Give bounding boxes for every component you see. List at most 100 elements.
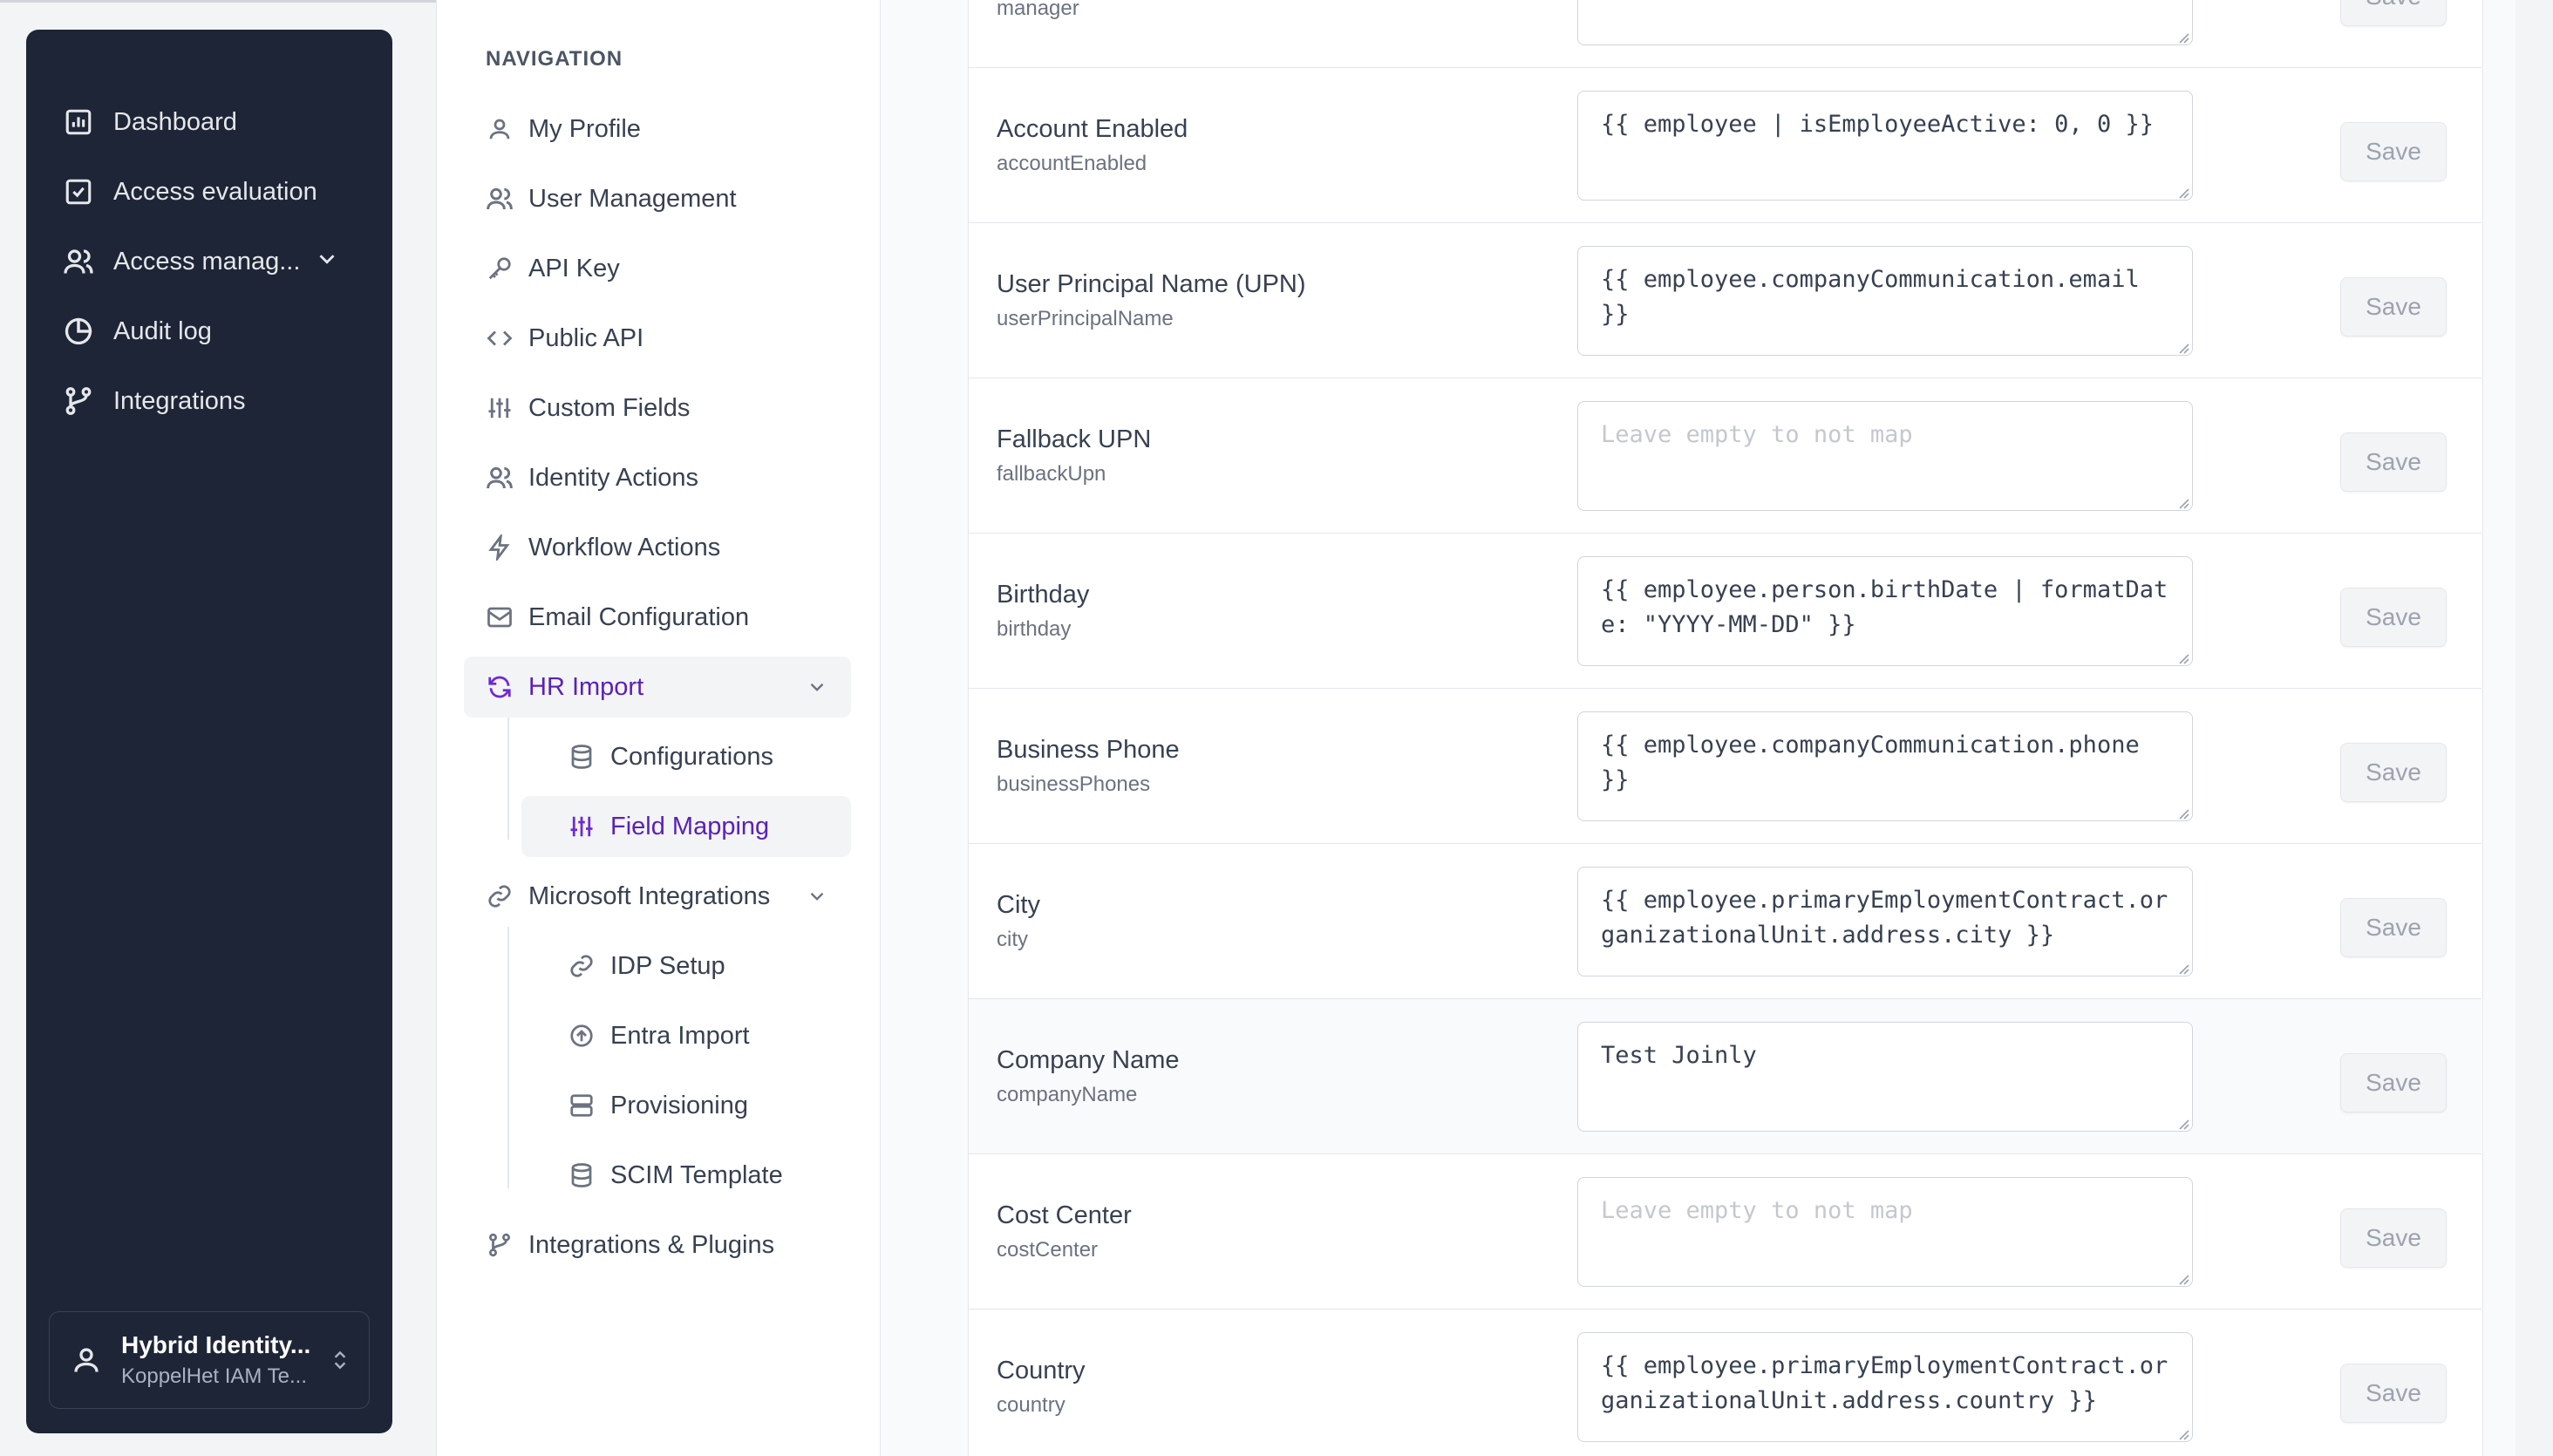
sidebar-item-audit-log[interactable]: Audit log <box>61 307 375 356</box>
sub-item-label: Configurations <box>610 742 773 771</box>
bar-chart-icon <box>61 105 96 139</box>
resize-grip-icon[interactable] <box>2175 1116 2189 1134</box>
table-row: Company Name companyName Test Joinly Sav… <box>969 999 2482 1154</box>
sliders-icon <box>567 812 596 841</box>
field-key: businessPhones <box>997 772 1151 796</box>
mapping-input[interactable] <box>1577 0 2193 45</box>
resize-grip-icon[interactable] <box>2175 495 2189 514</box>
table-row: User Principal Name (UPN) userPrincipalN… <box>969 223 2482 378</box>
nav-item-label: Custom Fields <box>528 393 691 422</box>
nav-item-api-key[interactable]: API Key <box>464 238 851 299</box>
sidebar-item-access-management[interactable]: Access manag... <box>61 237 375 286</box>
nav-item-public-api[interactable]: Public API <box>464 308 851 369</box>
resize-grip-icon[interactable] <box>2175 340 2189 358</box>
field-label: User Principal Name (UPN) <box>997 270 1306 298</box>
sub-item-entra-import[interactable]: Entra Import <box>521 1005 851 1066</box>
mapping-input[interactable]: {{ employee | isEmployeeActive: 0, 0 }} <box>1577 91 2193 201</box>
save-button[interactable]: Save <box>2340 1364 2447 1423</box>
nav-item-identity-actions[interactable]: Identity Actions <box>464 447 851 508</box>
mapping-input[interactable]: {{ employee.primaryEmploymentContract.or… <box>1577 867 2193 976</box>
sidebar-item-access-evaluation[interactable]: Access evaluation <box>61 167 375 216</box>
mapping-input[interactable]: {{ employee.person.birthDate | formatDat… <box>1577 556 2193 666</box>
tenant-switcher[interactable]: Hybrid Identity... KoppelHet IAM Te... <box>49 1311 370 1409</box>
nav-item-microsoft-integrations[interactable]: Microsoft Integrations <box>464 866 851 927</box>
git-branch-icon <box>485 1230 514 1260</box>
nav-item-integrations-plugins[interactable]: Integrations & Plugins <box>464 1214 851 1276</box>
sub-item-label: Entra Import <box>610 1021 750 1050</box>
resize-grip-icon[interactable] <box>2175 1271 2189 1289</box>
save-button[interactable]: Save <box>2340 432 2447 492</box>
nav-item-user-management[interactable]: User Management <box>464 168 851 229</box>
resize-grip-icon[interactable] <box>2175 30 2189 48</box>
nav-item-hr-import[interactable]: HR Import <box>464 657 851 718</box>
window-right-margin <box>2516 0 2553 1456</box>
mapping-input[interactable]: Test Joinly <box>1577 1022 2193 1132</box>
table-row: Account Enabled accountEnabled {{ employ… <box>969 68 2482 223</box>
resize-grip-icon[interactable] <box>2175 185 2189 203</box>
field-key: costCenter <box>997 1238 1099 1262</box>
nav-item-custom-fields[interactable]: Custom Fields <box>464 378 851 439</box>
git-branch-icon <box>61 384 96 418</box>
app-sidebar: Dashboard Access evaluation Access manag… <box>26 30 392 1433</box>
nav-item-workflow-actions[interactable]: Workflow Actions <box>464 517 851 578</box>
sidebar-item-label: Access manag... <box>113 247 301 276</box>
sub-item-idp-setup[interactable]: IDP Setup <box>521 936 851 997</box>
table-row: Cost Center costCenter Save <box>969 1154 2482 1310</box>
field-label: Birthday <box>997 581 1090 609</box>
sub-item-label: Field Mapping <box>610 812 770 840</box>
mapping-input[interactable] <box>1577 401 2193 511</box>
sub-item-field-mapping[interactable]: Field Mapping <box>521 796 851 857</box>
nav-item-label: User Management <box>528 184 737 213</box>
sidebar-item-dashboard[interactable]: Dashboard <box>61 98 375 146</box>
mapping-input[interactable]: {{ employee.companyCommunication.phone }… <box>1577 711 2193 821</box>
resize-grip-icon[interactable] <box>2175 1426 2189 1445</box>
mail-icon <box>485 602 514 632</box>
field-label: Business Phone <box>997 736 1180 764</box>
resize-grip-icon[interactable] <box>2175 961 2189 979</box>
resize-grip-icon[interactable] <box>2175 806 2189 824</box>
field-key: city <box>997 928 1028 951</box>
main-content: manager Save Account Enabled accountEnab… <box>881 0 2516 1456</box>
table-row: Country country {{ employee.primaryEmplo… <box>969 1310 2482 1456</box>
tenant-org: KoppelHet IAM Te... <box>121 1364 307 1388</box>
nav-item-my-profile[interactable]: My Profile <box>464 99 851 160</box>
nav-item-label: Microsoft Integrations <box>528 881 771 910</box>
save-button[interactable]: Save <box>2340 898 2447 957</box>
nav-item-label: My Profile <box>528 114 641 143</box>
sub-item-scim-template[interactable]: SCIM Template <box>521 1145 851 1206</box>
field-mapping-table: manager Save Account Enabled accountEnab… <box>968 0 2483 1456</box>
sidebar-item-integrations[interactable]: Integrations <box>61 377 375 425</box>
sub-item-label: SCIM Template <box>610 1160 783 1189</box>
check-square-icon <box>61 174 96 209</box>
nav-item-label: Workflow Actions <box>528 533 721 561</box>
chevrons-up-down-icon <box>329 1345 351 1379</box>
nav-item-email-configuration[interactable]: Email Configuration <box>464 587 851 648</box>
resize-grip-icon[interactable] <box>2175 650 2189 669</box>
table-row: manager Save <box>969 0 2482 68</box>
save-button[interactable]: Save <box>2340 277 2447 337</box>
field-label: Account Enabled <box>997 115 1188 143</box>
sub-item-provisioning[interactable]: Provisioning <box>521 1075 851 1136</box>
chevron-down-icon <box>806 676 828 705</box>
database-icon <box>567 1160 596 1190</box>
nav-item-label: Public API <box>528 323 644 352</box>
sub-item-configurations[interactable]: Configurations <box>521 726 851 787</box>
field-key: companyName <box>997 1083 1138 1106</box>
save-button[interactable]: Save <box>2340 0 2447 26</box>
users-icon <box>485 463 514 493</box>
mapping-input[interactable]: {{ employee.companyCommunication.email }… <box>1577 246 2193 356</box>
save-button[interactable]: Save <box>2340 743 2447 802</box>
save-button[interactable]: Save <box>2340 1053 2447 1112</box>
nav-item-label: Integrations & Plugins <box>528 1230 775 1259</box>
field-label: Company Name <box>997 1046 1180 1074</box>
save-button[interactable]: Save <box>2340 588 2447 647</box>
server-icon <box>567 1091 596 1120</box>
key-icon <box>485 254 514 283</box>
field-key: userPrincipalName <box>997 307 1174 330</box>
save-button[interactable]: Save <box>2340 122 2447 181</box>
save-button[interactable]: Save <box>2340 1208 2447 1268</box>
sidebar-item-label: Audit log <box>113 316 212 345</box>
mapping-input[interactable] <box>1577 1177 2193 1287</box>
field-key: fallbackUpn <box>997 462 1106 486</box>
mapping-input[interactable]: {{ employee.primaryEmploymentContract.or… <box>1577 1332 2193 1442</box>
